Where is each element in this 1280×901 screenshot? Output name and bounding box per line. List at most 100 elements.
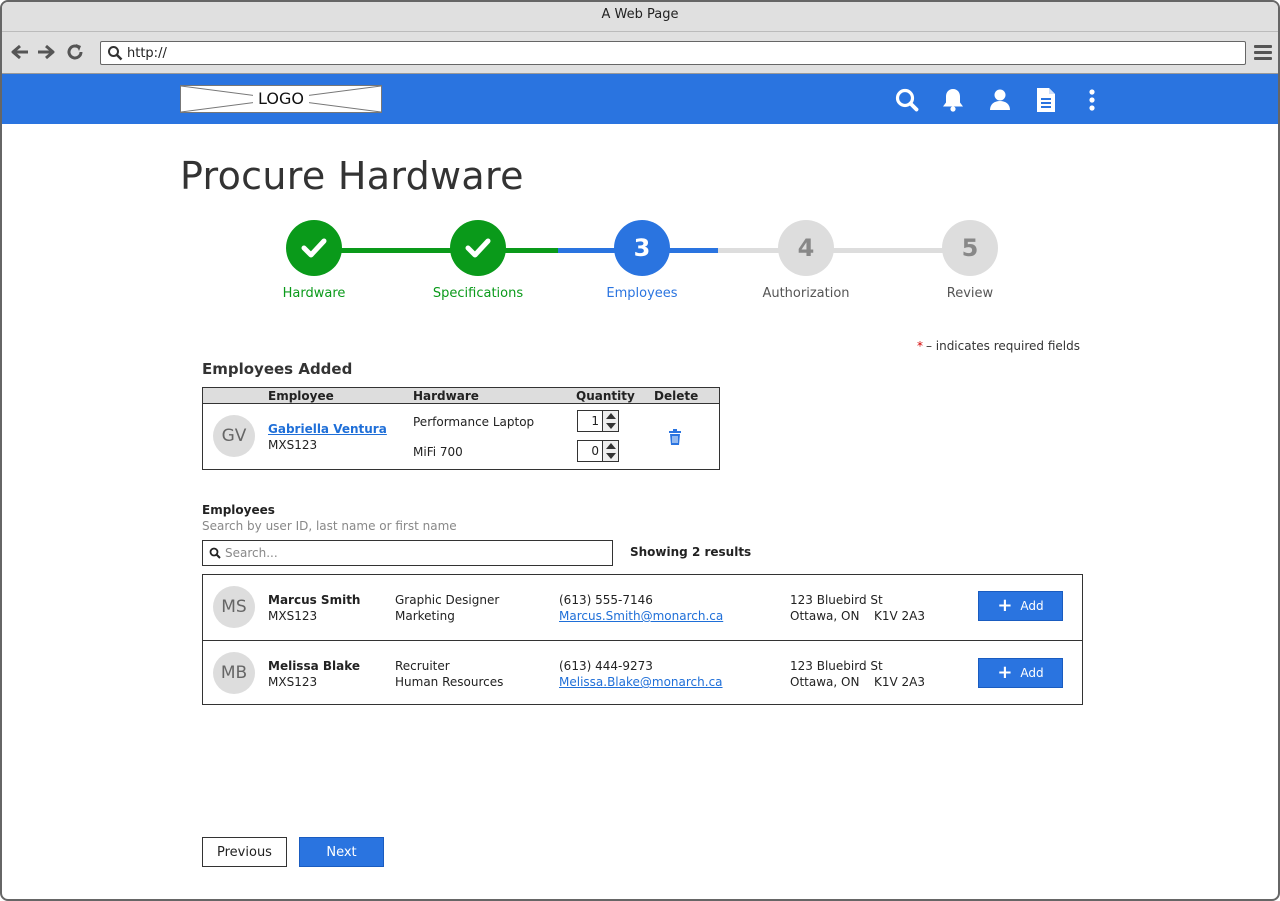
logo[interactable]: LOGO	[180, 85, 382, 113]
plus-icon: +	[997, 595, 1013, 616]
next-button[interactable]: Next	[299, 837, 384, 867]
results-count: Showing 2 results	[630, 545, 752, 559]
step-circle	[286, 220, 342, 276]
quantity-value: 0	[591, 444, 599, 458]
employee-title: Recruiter	[395, 659, 450, 673]
add-employee-button[interactable]: + Add	[978, 591, 1063, 621]
employee-city: Ottawa, ON	[790, 609, 860, 623]
required-fields-note: * – indicates required fields	[917, 339, 1080, 353]
spin-buttons[interactable]	[602, 441, 618, 461]
column-header: Delete	[654, 389, 699, 403]
quantity-stepper[interactable]: 1	[577, 410, 619, 432]
step-label: Review	[946, 286, 994, 301]
employee-search[interactable]	[202, 540, 613, 566]
employees-help-text: Search by user ID, last name or first na…	[202, 519, 457, 533]
search-icon	[209, 547, 221, 559]
employee-id: MXS123	[268, 438, 318, 452]
column-header: Employee	[268, 389, 334, 403]
avatar: MS	[213, 586, 255, 628]
step-hardware[interactable]: Hardware	[254, 220, 374, 301]
employee-name-link[interactable]: Gabriella Ventura	[268, 421, 387, 437]
browser-toolbar	[2, 32, 1278, 74]
employee-department: Human Resources	[395, 675, 504, 689]
list-item: MS Marcus Smith MXS123 Graphic Designer …	[203, 575, 1082, 640]
step-label: Employees	[606, 286, 678, 301]
search-icon	[108, 46, 123, 61]
more-vertical-icon[interactable]	[1079, 87, 1105, 113]
employee-title: Graphic Designer	[395, 593, 500, 607]
step-circle: 5	[942, 220, 998, 276]
hardware-name: MiFi 700	[413, 445, 463, 459]
trash-icon[interactable]	[668, 429, 682, 445]
employees-added-heading: Employees Added	[202, 360, 353, 378]
step-label: Hardware	[282, 286, 346, 301]
employee-postal: K1V 2A3	[874, 675, 926, 689]
employee-id: MXS123	[268, 609, 318, 623]
employee-street: 123 Bluebird St	[790, 659, 883, 673]
required-note-text: – indicates required fields	[925, 339, 1080, 353]
logo-text: LOGO	[253, 89, 309, 109]
chevron-down-icon[interactable]	[606, 453, 616, 459]
employee-phone: (613) 555-7146	[559, 593, 653, 607]
column-header: Hardware	[413, 389, 479, 403]
search-input[interactable]	[225, 544, 605, 562]
employee-email-link[interactable]: Marcus.Smith@monarch.ca	[559, 608, 723, 624]
employees-added-table: Employee Hardware Quantity Delete GV Gab…	[202, 387, 720, 470]
employee-name: Marcus Smith	[268, 593, 361, 607]
step-authorization[interactable]: 4 Authorization	[746, 220, 866, 301]
step-review[interactable]: 5 Review	[910, 220, 1030, 301]
table-header: Employee Hardware Quantity Delete	[203, 388, 719, 404]
checkmark-icon	[301, 238, 327, 258]
quantity-stepper[interactable]: 0	[577, 440, 619, 462]
user-icon[interactable]	[987, 87, 1013, 113]
window-title: A Web Page	[2, 2, 1278, 32]
bell-icon[interactable]	[940, 87, 966, 113]
avatar: GV	[213, 415, 255, 457]
step-employees[interactable]: 3 Employees	[582, 220, 702, 301]
quantity-value: 1	[591, 414, 599, 428]
employee-department: Marketing	[395, 609, 455, 623]
checkmark-icon	[465, 238, 491, 258]
add-label: Add	[1020, 666, 1044, 680]
app-header: LOGO	[2, 74, 1278, 124]
employee-results-list: MS Marcus Smith MXS123 Graphic Designer …	[202, 574, 1083, 705]
chevron-down-icon[interactable]	[606, 423, 616, 429]
hamburger-menu-icon[interactable]	[1254, 45, 1272, 61]
step-circle: 4	[778, 220, 834, 276]
browser-window: A Web Page LOGO Procure Hardware	[0, 0, 1280, 901]
list-item: MB Melissa Blake MXS123 Recruiter Human …	[203, 640, 1082, 705]
url-bar[interactable]	[100, 41, 1246, 65]
employee-city: Ottawa, ON	[790, 675, 860, 689]
progress-stepper: Hardware Specifications 3 Employees 4 Au…	[252, 220, 1032, 310]
add-label: Add	[1020, 599, 1044, 613]
employee-email-link[interactable]: Melissa.Blake@monarch.ca	[559, 674, 723, 690]
page-title: Procure Hardware	[180, 154, 524, 198]
refresh-icon[interactable]	[65, 42, 85, 62]
spin-buttons[interactable]	[602, 411, 618, 431]
previous-button[interactable]: Previous	[202, 837, 287, 867]
step-circle: 3	[614, 220, 670, 276]
plus-icon: +	[997, 662, 1013, 683]
step-label: Specifications	[432, 286, 524, 301]
employee-id: MXS123	[268, 675, 318, 689]
employee-name: Melissa Blake	[268, 659, 361, 673]
url-input[interactable]	[127, 44, 1227, 62]
employees-label: Employees	[202, 503, 275, 517]
step-specifications[interactable]: Specifications	[418, 220, 538, 301]
avatar: MB	[213, 652, 255, 694]
back-arrow-icon[interactable]	[10, 42, 30, 62]
chevron-up-icon[interactable]	[606, 413, 616, 419]
employee-phone: (613) 444-9273	[559, 659, 653, 673]
document-icon[interactable]	[1033, 87, 1059, 113]
employee-postal: K1V 2A3	[874, 609, 926, 623]
step-label: Authorization	[762, 286, 850, 301]
add-employee-button[interactable]: + Add	[978, 658, 1063, 688]
chevron-up-icon[interactable]	[606, 443, 616, 449]
hardware-name: Performance Laptop	[413, 415, 535, 429]
required-star: *	[916, 339, 923, 353]
forward-arrow-icon[interactable]	[36, 42, 56, 62]
employee-street: 123 Bluebird St	[790, 593, 883, 607]
column-header: Quantity	[576, 389, 635, 403]
step-circle	[450, 220, 506, 276]
search-icon[interactable]	[894, 87, 920, 113]
